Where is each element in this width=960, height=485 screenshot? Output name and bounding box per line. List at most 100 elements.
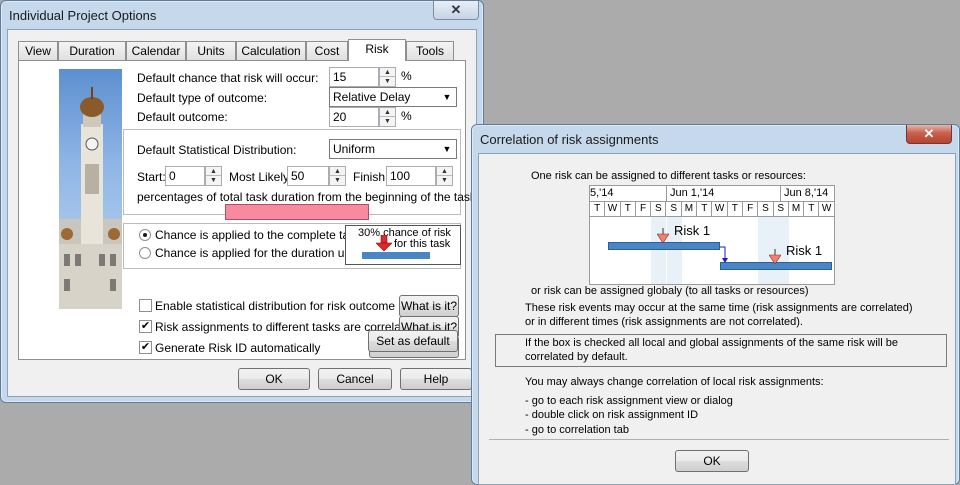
gantt-day-cell: M xyxy=(682,202,698,217)
footer-divider xyxy=(489,439,949,440)
title-bar: Individual Project Options ✕ xyxy=(1,1,483,29)
tab-cost[interactable]: Cost xyxy=(306,41,348,60)
gantt-link-arrow xyxy=(720,246,728,263)
default-chance-input[interactable]: 15 xyxy=(329,67,379,87)
radio-duration-unit[interactable] xyxy=(139,247,151,259)
enable-stat-checkbox[interactable] xyxy=(139,299,152,312)
default-outcome-spinner[interactable]: ▲ ▼ xyxy=(379,107,396,127)
chance-example-line2: for this task xyxy=(394,238,451,250)
most-likely-spinner[interactable]: ▲ ▼ xyxy=(329,166,346,186)
dialog-client-area: View Duration Calendar Units Calculation… xyxy=(7,29,477,397)
down-arrow-icon xyxy=(376,235,392,252)
events-text-1: These risk events may occur at the same … xyxy=(525,302,913,314)
note-line-2: correlated by default. xyxy=(525,351,628,363)
building-illustration xyxy=(59,69,122,309)
bullet-2: - double click on risk assignment ID xyxy=(525,409,699,421)
stat-dist-select[interactable]: Uniform ▼ xyxy=(329,139,457,159)
gantt-day-cell: T xyxy=(804,202,820,217)
set-as-default-button[interactable]: Set as default xyxy=(368,330,458,352)
global-text: or risk can be assigned globaly (to all … xyxy=(531,285,809,297)
start-spinner[interactable]: ▲ ▼ xyxy=(205,166,222,186)
gantt-date-2: Jun 1,'14 xyxy=(670,187,715,199)
risk-label-2: Risk 1 xyxy=(786,243,823,258)
generate-id-label: Generate Risk ID automatically xyxy=(155,341,321,355)
gantt-day-cell: W xyxy=(605,202,621,217)
gantt-date-3: Jun 8,'14 xyxy=(784,187,829,199)
gantt-date-row: 5,'14 Jun 1,'14 Jun 8,'14 xyxy=(590,186,834,202)
gantt-day-cell: W xyxy=(712,202,728,217)
default-chance-spinner[interactable]: ▲ ▼ xyxy=(379,67,396,87)
default-type-label: Default type of outcome: xyxy=(137,91,268,105)
tab-duration[interactable]: Duration xyxy=(58,41,126,60)
default-outcome-label: Default outcome: xyxy=(137,110,228,124)
tab-view[interactable]: View xyxy=(18,41,58,60)
tab-calendar[interactable]: Calendar xyxy=(126,41,186,60)
radio-complete-label: Chance is applied to the complete task xyxy=(155,228,362,242)
finish-spinner[interactable]: ▲ ▼ xyxy=(436,166,453,186)
correlation-ok-button[interactable]: OK xyxy=(675,450,749,472)
chevron-down-icon: ▼ xyxy=(442,92,452,102)
intro-text: One risk can be assigned to different ta… xyxy=(531,170,806,182)
close-icon: ✕ xyxy=(450,2,462,17)
correlation-close-button[interactable]: ✕ xyxy=(906,125,952,144)
gantt-day-cell: T xyxy=(697,202,713,217)
gantt-day-cell: T xyxy=(728,202,743,217)
gantt-day-row: TWTFSSMTWTFSSMTWTV xyxy=(590,202,834,217)
gantt-day-cell: W xyxy=(820,202,834,217)
gantt-illustration: 5,'14 Jun 1,'14 Jun 8,'14 TWTFSSMTWTFSSM… xyxy=(589,185,835,285)
gantt-day-cell: T xyxy=(621,202,636,217)
events-text-2: or in different times (risk assignments … xyxy=(525,316,803,328)
default-outcome-input[interactable]: 20 xyxy=(329,107,379,127)
generate-id-checkbox[interactable]: ✔ xyxy=(139,341,152,354)
bullet-3: - go to correlation tab xyxy=(525,424,629,436)
default-chance-label: Default chance that risk will occur: xyxy=(137,71,319,85)
risk-tab-pane: Default chance that risk will occur: 15 … xyxy=(18,60,476,360)
radio-duration-label: Chance is applied for the duration unit xyxy=(155,246,358,260)
risk-marker-icon xyxy=(657,228,669,244)
gantt-day-cell: F xyxy=(743,202,759,217)
finish-input[interactable]: 100 xyxy=(386,166,436,186)
distribution-bar xyxy=(225,204,369,220)
percent-sign-2: % xyxy=(401,109,412,123)
percentages-note: percentages of total task duration from … xyxy=(137,190,476,204)
always-text: You may always change correlation of loc… xyxy=(525,376,824,388)
gantt-date-1: 5,'14 xyxy=(590,187,614,199)
stat-dist-label: Default Statistical Distribution: xyxy=(137,143,297,157)
correlated-checkbox[interactable]: ✔ xyxy=(139,320,152,333)
task-bar-example xyxy=(362,252,430,259)
close-button[interactable]: ✕ xyxy=(433,1,479,20)
chance-example-box: 30% chance of risk for this task xyxy=(345,225,461,265)
gantt-day-cell: T xyxy=(590,202,606,217)
tab-calculation[interactable]: Calculation xyxy=(236,41,306,60)
default-type-select[interactable]: Relative Delay ▼ xyxy=(329,87,457,107)
gantt-day-cell: S xyxy=(651,202,667,217)
individual-project-options-window: Individual Project Options ✕ View Durati… xyxy=(0,0,484,403)
gantt-day-cell: S xyxy=(758,202,774,217)
risk-marker-icon xyxy=(769,249,781,265)
start-label: Start: xyxy=(137,170,166,184)
most-likely-label: Most Likely: xyxy=(229,170,293,184)
chevron-down-icon: ▼ xyxy=(442,144,452,154)
correlation-client-area: One risk can be assigned to different ta… xyxy=(478,153,956,485)
cancel-button[interactable]: Cancel xyxy=(318,368,392,390)
gantt-day-cell: S xyxy=(774,202,789,217)
window-title: Individual Project Options xyxy=(9,8,157,23)
finish-label: Finish: xyxy=(353,170,389,184)
most-likely-input[interactable]: 50 xyxy=(287,166,329,186)
enable-stat-label: Enable statistical distribution for risk… xyxy=(155,299,396,313)
risk-label-1: Risk 1 xyxy=(674,223,711,238)
tab-units[interactable]: Units xyxy=(186,41,236,60)
gantt-day-cell: S xyxy=(667,202,682,217)
radio-complete-task[interactable] xyxy=(139,229,151,241)
close-icon: ✕ xyxy=(923,126,935,141)
start-input[interactable]: 0 xyxy=(165,166,205,186)
bullet-1: - go to each risk assignment view or dia… xyxy=(525,395,733,407)
tab-tools[interactable]: Tools xyxy=(406,41,454,60)
ok-button[interactable]: OK xyxy=(238,368,310,390)
correlation-title-bar: Correlation of risk assignments ✕ xyxy=(472,125,959,153)
what-is-it-button-1[interactable]: What is it? xyxy=(399,295,459,317)
tab-risk[interactable]: Risk xyxy=(348,39,406,61)
gantt-day-cell: F xyxy=(636,202,652,217)
help-button[interactable]: Help xyxy=(400,368,472,390)
gantt-day-cell: M xyxy=(789,202,805,217)
